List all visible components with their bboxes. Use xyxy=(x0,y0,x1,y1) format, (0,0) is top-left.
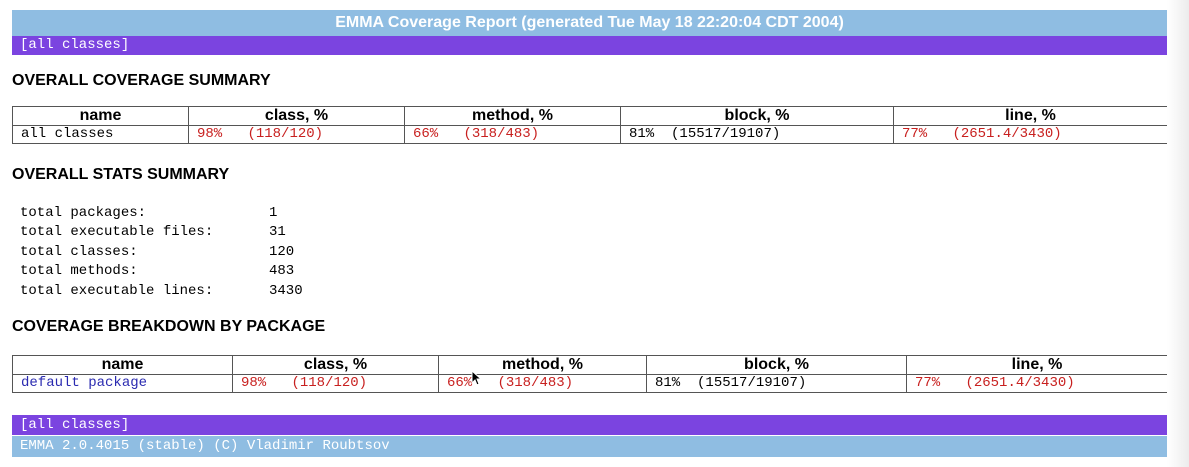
method-pct: 66% xyxy=(413,126,439,142)
class-coverage-cell: 98% (118/120) xyxy=(232,374,439,393)
stat-label: total executable lines: xyxy=(20,282,214,299)
column-header-line: line, % xyxy=(893,106,1168,126)
stat-value: 1 xyxy=(269,205,278,221)
report-title: EMMA Coverage Report (generated Tue May … xyxy=(335,14,844,31)
class-pct: 98% xyxy=(197,126,223,142)
block-coverage-cell: 81% (15517/19107) xyxy=(646,374,907,393)
table-header-row: name class, % method, % block, % line, % xyxy=(12,355,1168,375)
package-breakdown-table: name class, % method, % block, % line, %… xyxy=(12,355,1168,393)
stat-label: total executable files: xyxy=(20,224,214,241)
block-ratio: (15517/19107) xyxy=(697,375,807,391)
stat-value: 483 xyxy=(269,263,295,280)
stat-value: 3430 xyxy=(269,282,303,299)
all-classes-link-bottom[interactable]: [all classes] xyxy=(20,417,129,433)
column-header-class: class, % xyxy=(188,106,405,126)
column-header-name: name xyxy=(12,355,233,375)
column-header-line: line, % xyxy=(906,355,1168,375)
class-ratio: (118/120) xyxy=(291,375,368,391)
overall-stats-list: total packages: 1 total executable files:… xyxy=(20,204,303,301)
line-pct: 77% xyxy=(902,126,928,142)
line-ratio: (2651.4/3430) xyxy=(965,375,1075,391)
table-header-row: name class, % method, % block, % line, % xyxy=(12,106,1168,126)
top-nav-bar: [all classes] xyxy=(12,36,1167,55)
list-item: total methods: 483 xyxy=(20,262,303,281)
list-item: total executable lines: 3430 xyxy=(20,282,303,301)
bottom-nav-bar: [all classes] xyxy=(12,415,1167,435)
line-coverage-cell: 77% (2651.4/3430) xyxy=(906,374,1168,393)
default-package-link[interactable]: default package xyxy=(21,375,147,391)
method-ratio: (318/483) xyxy=(463,126,540,142)
column-header-class: class, % xyxy=(232,355,439,375)
overall-stats-heading: OVERALL STATS SUMMARY xyxy=(12,166,230,183)
list-item: total executable files: 31 xyxy=(20,223,303,242)
class-ratio: (118/120) xyxy=(247,126,324,142)
all-classes-link-top[interactable]: [all classes] xyxy=(20,37,129,53)
block-coverage-cell: 81% (15517/19107) xyxy=(620,125,894,144)
list-item: total packages: 1 xyxy=(20,204,303,223)
class-coverage-cell: 98% (118/120) xyxy=(188,125,405,144)
table-row: all classes 98% (118/120) 66% (318/483) … xyxy=(12,125,1168,144)
overall-coverage-table: name class, % method, % block, % line, %… xyxy=(12,106,1168,144)
line-coverage-cell: 77% (2651.4/3430) xyxy=(893,125,1168,144)
column-header-name: name xyxy=(12,106,189,126)
overall-coverage-heading: OVERALL COVERAGE SUMMARY xyxy=(12,72,271,89)
block-pct: 81% xyxy=(629,126,655,142)
column-header-block: block, % xyxy=(646,355,907,375)
stat-value: 31 xyxy=(269,224,286,241)
footer-credits: EMMA 2.0.4015 (stable) (C) Vladimir Roub… xyxy=(20,438,390,454)
line-ratio: (2651.4/3430) xyxy=(952,126,1062,142)
row-name: all classes xyxy=(12,125,189,144)
class-pct: 98% xyxy=(241,375,267,391)
method-coverage-cell: 66% (318/483) xyxy=(404,125,621,144)
stat-value: 120 xyxy=(269,243,295,260)
column-header-block: block, % xyxy=(620,106,894,126)
block-ratio: (15517/19107) xyxy=(671,126,781,142)
method-ratio: (318/483) xyxy=(497,375,574,391)
list-item: total classes: 120 xyxy=(20,243,303,262)
window-edge-shadow xyxy=(1167,0,1189,467)
line-pct: 77% xyxy=(915,375,941,391)
method-coverage-cell: 66% (318/483) xyxy=(438,374,647,393)
block-pct: 81% xyxy=(655,375,681,391)
coverage-report-page: EMMA Coverage Report (generated Tue May … xyxy=(12,10,1168,457)
stat-label: total classes: xyxy=(20,243,138,260)
column-header-method: method, % xyxy=(404,106,621,126)
stat-label: total packages: xyxy=(20,205,147,221)
column-header-method: method, % xyxy=(438,355,647,375)
table-row: default package 98% (118/120) 66% (318/4… xyxy=(12,374,1168,393)
method-pct: 66% xyxy=(447,375,473,391)
report-title-bar: EMMA Coverage Report (generated Tue May … xyxy=(12,10,1167,36)
stat-label: total methods: xyxy=(20,263,138,280)
package-name-cell: default package xyxy=(12,374,233,393)
package-breakdown-heading: COVERAGE BREAKDOWN BY PACKAGE xyxy=(12,318,326,335)
footer-credits-bar: EMMA 2.0.4015 (stable) (C) Vladimir Roub… xyxy=(12,436,1167,457)
mouse-pointer-icon xyxy=(471,370,483,386)
